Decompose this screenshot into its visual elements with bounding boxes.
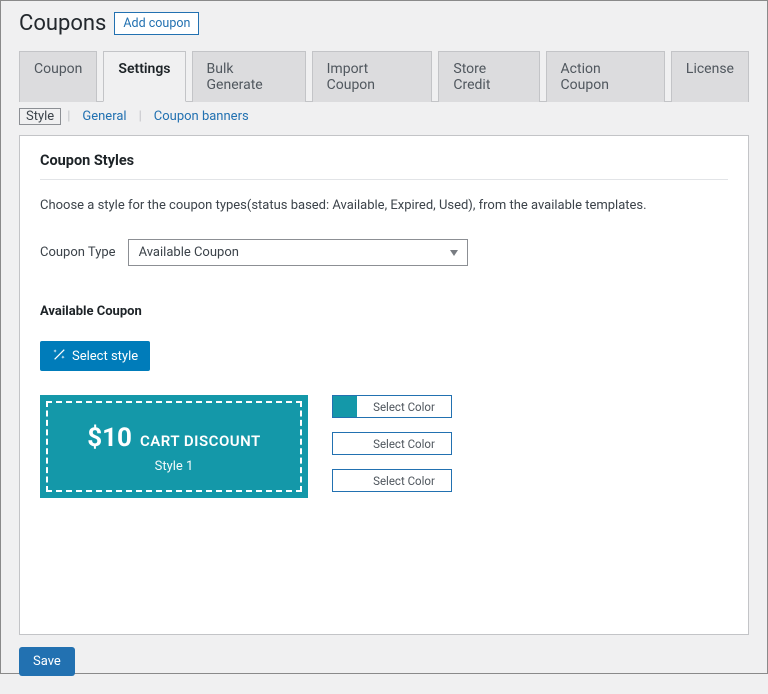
- color-picker-1[interactable]: Select Color: [332, 395, 452, 418]
- save-button[interactable]: Save: [19, 647, 75, 676]
- coupon-type-select[interactable]: Available Coupon: [128, 239, 468, 266]
- subtab-style[interactable]: Style: [19, 108, 61, 125]
- select-style-button[interactable]: Select style: [40, 341, 150, 371]
- tab-license[interactable]: License: [671, 51, 749, 102]
- separator: |: [67, 109, 70, 124]
- tab-import-coupon[interactable]: Import Coupon: [312, 51, 433, 102]
- footer: Save: [19, 647, 749, 676]
- subtab-general[interactable]: General: [76, 109, 132, 124]
- page-header: Coupons Add coupon: [19, 11, 749, 36]
- page-title: Coupons: [19, 11, 106, 36]
- select-style-label: Select style: [72, 349, 138, 364]
- coupon-type-label: Coupon Type: [40, 245, 116, 260]
- main-tabs: Coupon Settings Bulk Generate Import Cou…: [19, 50, 749, 102]
- coupon-type-select-wrap[interactable]: Available Coupon: [128, 239, 468, 266]
- tab-action-coupon[interactable]: Action Coupon: [546, 51, 665, 102]
- color-picker-label: Select Color: [357, 437, 451, 451]
- tab-settings[interactable]: Settings: [103, 51, 185, 102]
- preview-row: $10 CART DISCOUNT Style 1 Select Color S…: [40, 395, 728, 498]
- color-swatch-1: [333, 396, 357, 417]
- settings-panel: Coupon Styles Choose a style for the cou…: [19, 135, 749, 635]
- coupon-preview-card: $10 CART DISCOUNT Style 1: [40, 395, 308, 498]
- tab-coupon[interactable]: Coupon: [19, 51, 97, 102]
- color-picker-label: Select Color: [357, 400, 451, 414]
- sub-tabs: Style | General | Coupon banners: [19, 102, 749, 135]
- color-picker-3[interactable]: Select Color: [332, 469, 452, 492]
- color-swatch-2: [333, 433, 357, 454]
- wand-icon: [52, 347, 66, 365]
- coupon-type-row: Coupon Type Available Coupon: [40, 239, 728, 266]
- panel-description: Choose a style for the coupon types(stat…: [40, 198, 728, 213]
- color-picker-label: Select Color: [357, 474, 451, 488]
- color-picker-2[interactable]: Select Color: [332, 432, 452, 455]
- coupon-discount-label: CART DISCOUNT: [140, 432, 261, 450]
- separator: |: [139, 109, 142, 124]
- coupon-text-line: $10 CART DISCOUNT: [58, 423, 290, 453]
- color-swatch-3: [333, 470, 357, 491]
- panel-heading: Coupon Styles: [40, 152, 728, 180]
- coupon-amount: $10: [87, 423, 132, 453]
- subtab-coupon-banners[interactable]: Coupon banners: [148, 109, 255, 124]
- color-picker-column: Select Color Select Color Select Color: [332, 395, 452, 492]
- tab-store-credit[interactable]: Store Credit: [438, 51, 539, 102]
- add-coupon-button[interactable]: Add coupon: [114, 12, 199, 35]
- available-coupon-heading: Available Coupon: [40, 304, 728, 319]
- coupon-preview-inner: $10 CART DISCOUNT Style 1: [46, 401, 302, 492]
- coupon-style-name: Style 1: [58, 459, 290, 474]
- tab-bulk-generate[interactable]: Bulk Generate: [192, 51, 306, 102]
